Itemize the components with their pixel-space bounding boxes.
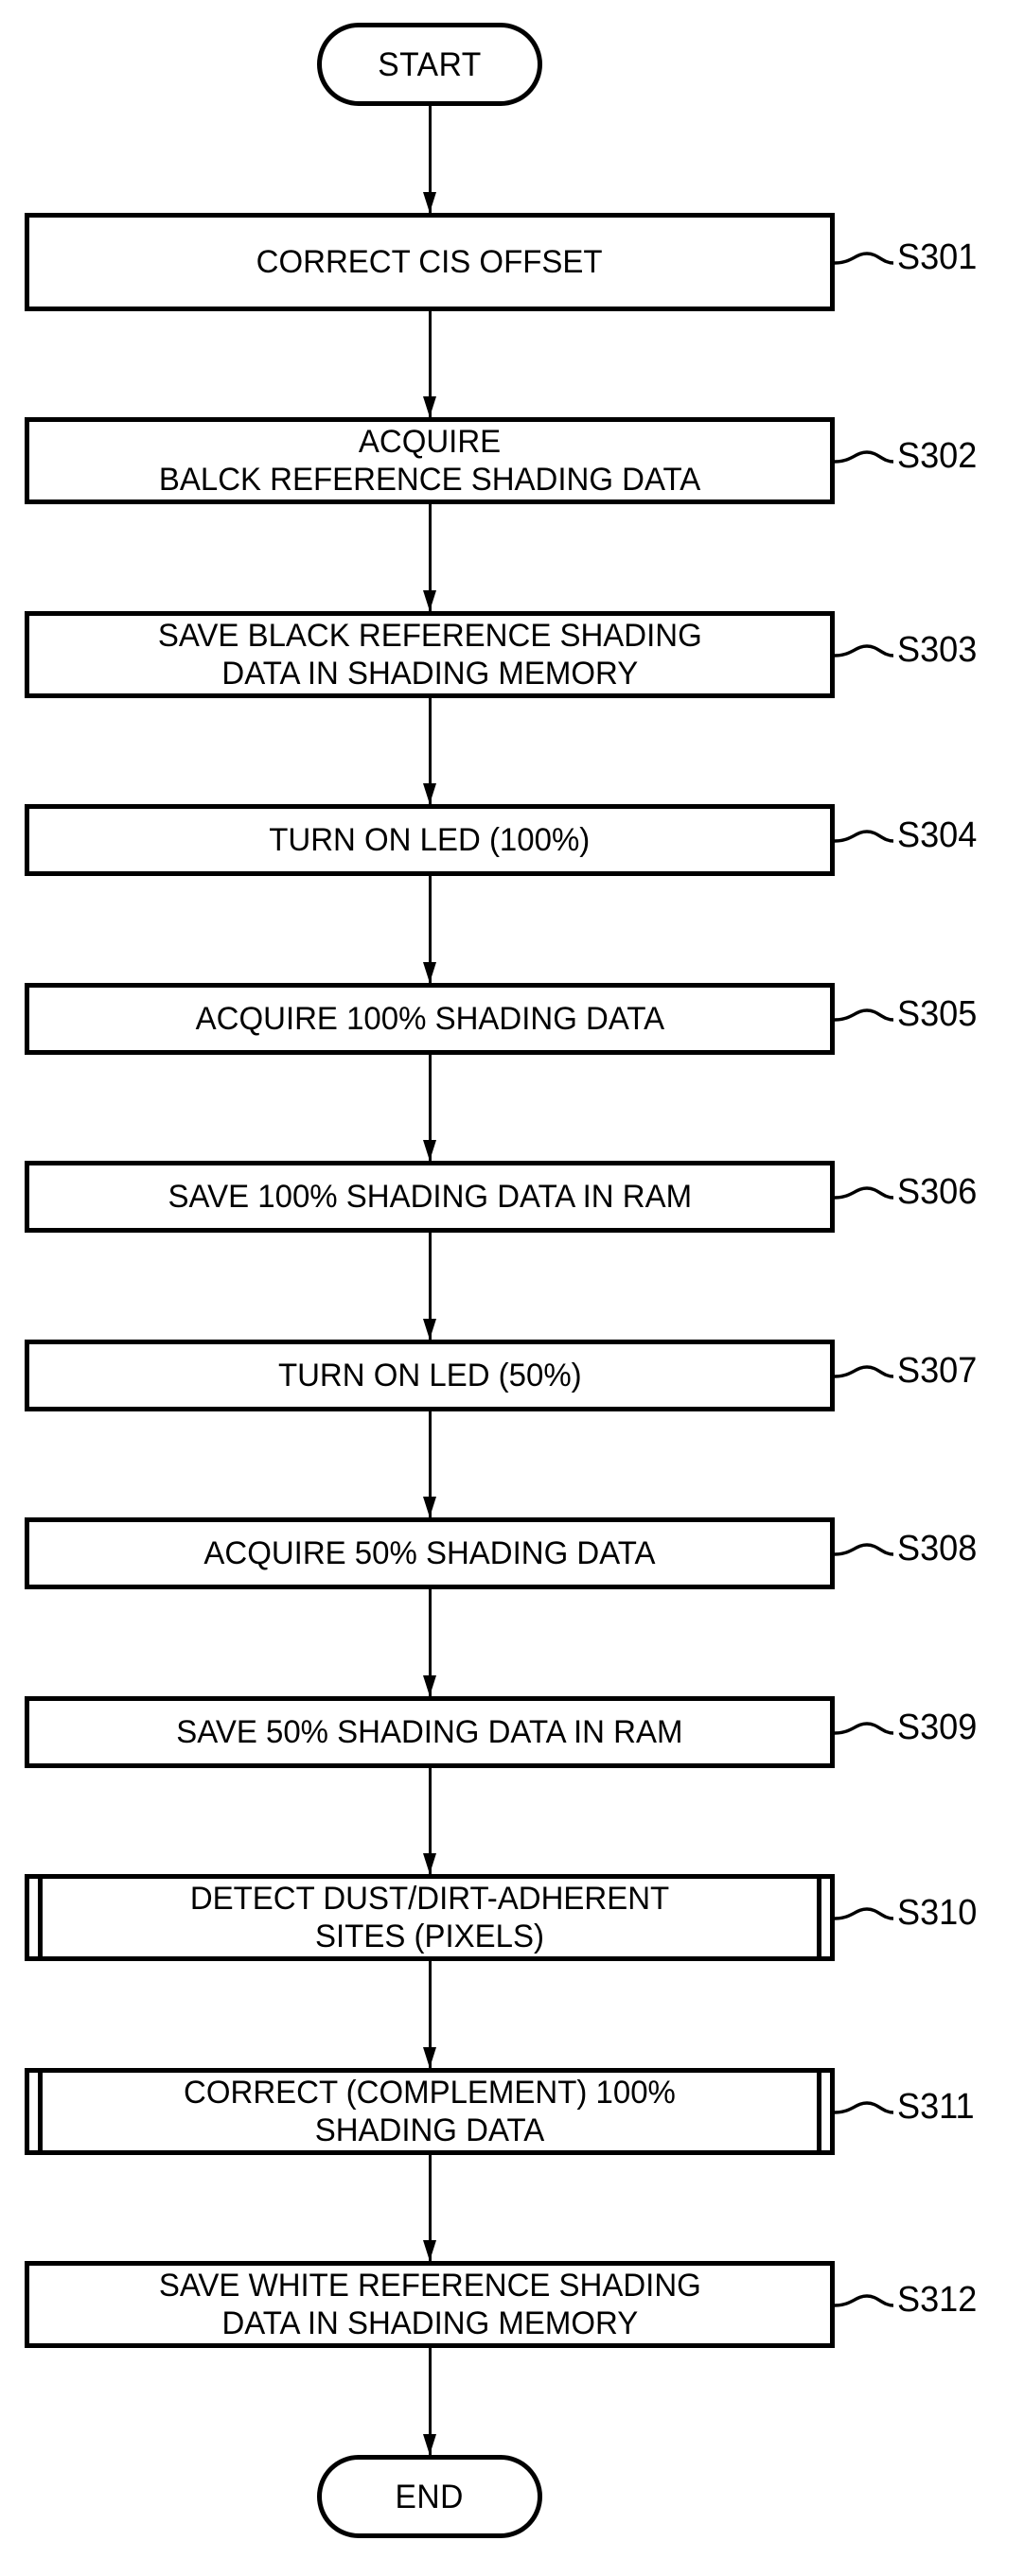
process-box-s308: ACQUIRE 50% SHADING DATA <box>25 1517 835 1590</box>
arrowhead <box>423 2046 436 2068</box>
start-terminator: START <box>317 23 542 106</box>
step-label-s310: S310 <box>897 1893 978 1934</box>
step-label-s301: S301 <box>897 237 978 277</box>
leader-line-s312 <box>834 2294 894 2308</box>
process-box-s301: CORRECT CIS OFFSET <box>25 212 835 311</box>
arrowhead <box>423 961 436 983</box>
leader-line-s305 <box>834 1008 894 1022</box>
predefined-process-box-s310: DETECT DUST/DIRT-ADHERENT SITES (PIXELS) <box>25 1874 835 1962</box>
leader-line-s310 <box>834 1907 894 1921</box>
arrowhead <box>423 1140 436 1162</box>
leader-line-s304 <box>834 830 894 843</box>
process-box-s303-text: SAVE BLACK REFERENCE SHADING DATA IN SHA… <box>157 617 702 692</box>
arrowhead <box>423 589 436 611</box>
predefined-process-box-s311: CORRECT (COMPLEMENT) 100% SHADING DATA <box>25 2067 835 2155</box>
process-box-s307: TURN ON LED (50%) <box>25 1339 835 1411</box>
predefined-process-box-s310-text: DETECT DUST/DIRT-ADHERENT SITES (PIXELS) <box>189 1881 670 1955</box>
arrowhead <box>423 2434 436 2455</box>
predefined-process-box-s311-text: CORRECT (COMPLEMENT) 100% SHADING DATA <box>184 2074 676 2148</box>
step-label-s303: S303 <box>897 629 978 670</box>
process-box-s304-text: TURN ON LED (100%) <box>269 822 591 859</box>
arrowhead <box>423 1318 436 1340</box>
process-box-s302-text: ACQUIRE BALCK REFERENCE SHADING DATA <box>158 424 701 499</box>
leader-line-s311 <box>834 2101 894 2114</box>
process-box-s309-text: SAVE 50% SHADING DATA IN RAM <box>176 1713 683 1750</box>
flowchart-canvas: START CORRECT CIS OFFSET S301 ACQUIRE BA… <box>0 0 1024 2576</box>
step-label-s312: S312 <box>897 2280 978 2321</box>
end-label: END <box>395 2478 465 2515</box>
process-box-s301-text: CORRECT CIS OFFSET <box>256 243 603 280</box>
process-box-s312-text: SAVE WHITE REFERENCE SHADING DATA IN SHA… <box>158 2268 701 2342</box>
leader-line-s307 <box>834 1365 894 1378</box>
process-box-s302: ACQUIRE BALCK REFERENCE SHADING DATA <box>25 417 835 505</box>
leader-line-s301 <box>834 251 894 265</box>
process-box-s309: SAVE 50% SHADING DATA IN RAM <box>25 1695 835 1768</box>
process-box-s304: TURN ON LED (100%) <box>25 804 835 877</box>
start-label: START <box>378 45 482 83</box>
leader-line-s309 <box>834 1722 894 1735</box>
arrowhead <box>423 1853 436 1875</box>
step-label-s307: S307 <box>897 1350 978 1391</box>
step-label-s308: S308 <box>897 1529 978 1569</box>
step-label-s305: S305 <box>897 993 978 1034</box>
leader-line-s308 <box>834 1543 894 1557</box>
process-box-s303: SAVE BLACK REFERENCE SHADING DATA IN SHA… <box>25 610 835 698</box>
step-label-s304: S304 <box>897 815 978 856</box>
process-box-s305: ACQUIRE 100% SHADING DATA <box>25 982 835 1055</box>
end-terminator: END <box>317 2455 542 2538</box>
step-label-s302: S302 <box>897 436 978 477</box>
arrowhead <box>423 191 436 213</box>
step-label-s306: S306 <box>897 1172 978 1213</box>
process-box-s308-text: ACQUIRE 50% SHADING DATA <box>203 1535 656 1572</box>
arrowhead <box>423 1674 436 1696</box>
step-label-s309: S309 <box>897 1707 978 1747</box>
arrowhead <box>423 1497 436 1518</box>
process-box-s306-text: SAVE 100% SHADING DATA IN RAM <box>168 1179 692 1216</box>
arrowhead <box>423 396 436 418</box>
process-box-s305-text: ACQUIRE 100% SHADING DATA <box>195 1000 664 1037</box>
arrowhead <box>423 2240 436 2262</box>
arrowhead <box>423 783 436 805</box>
process-box-s306: SAVE 100% SHADING DATA IN RAM <box>25 1161 835 1234</box>
process-box-s307-text: TURN ON LED (50%) <box>277 1357 582 1393</box>
leader-line-s306 <box>834 1186 894 1200</box>
leader-line-s303 <box>834 643 894 657</box>
step-label-s311: S311 <box>897 2086 975 2127</box>
process-box-s312: SAVE WHITE REFERENCE SHADING DATA IN SHA… <box>25 2261 835 2349</box>
leader-line-s302 <box>834 450 894 464</box>
